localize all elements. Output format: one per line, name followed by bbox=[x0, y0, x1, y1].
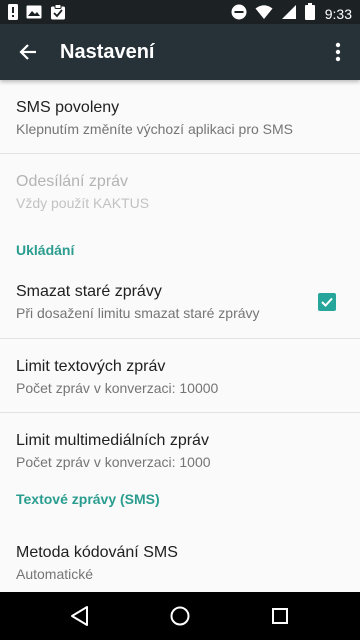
nav-back-button[interactable] bbox=[68, 604, 92, 628]
pref-delete-old[interactable]: Smazat staré zprávy Při dosažení limitu … bbox=[0, 266, 360, 339]
do-not-disturb-icon bbox=[231, 4, 247, 25]
pref-summary: Vždy použít KAKTUS bbox=[16, 195, 150, 211]
nav-home-button[interactable] bbox=[168, 604, 192, 628]
image-icon bbox=[26, 4, 42, 25]
triangle-back-icon bbox=[71, 606, 88, 626]
status-bar: 9:33 bbox=[0, 0, 360, 24]
pref-title: Limit multimediálních zpráv bbox=[16, 432, 209, 449]
pref-mms-limit[interactable]: Limit multimediálních zpráv Počet zpráv … bbox=[0, 413, 360, 487]
status-time: 9:33 bbox=[324, 6, 352, 22]
alert-icon bbox=[8, 4, 18, 25]
navigation-bar bbox=[0, 592, 360, 640]
clipboard-check-icon bbox=[50, 4, 66, 25]
pref-summary: Automatické bbox=[16, 566, 94, 582]
pref-title: Odesílání zpráv bbox=[16, 173, 129, 190]
settings-list: SMS povoleny Klepnutím změníte výchozí a… bbox=[0, 80, 360, 592]
pref-summary: Při dosažení limitu smazat staré zprávy bbox=[16, 305, 260, 321]
pref-sending: Odesílání zpráv Vždy použít KAKTUS bbox=[0, 154, 360, 226]
pref-summary: Počet zpráv v konverzaci: 1000 bbox=[16, 454, 211, 470]
category-sms: Textové zprávy (SMS) bbox=[16, 491, 160, 507]
wifi-icon bbox=[255, 4, 273, 25]
pref-encoding[interactable]: Metoda kódování SMS Automatické bbox=[0, 527, 360, 592]
check-icon bbox=[321, 297, 333, 307]
category-storage: Ukládání bbox=[16, 242, 75, 258]
pref-title: Smazat staré zprávy bbox=[16, 283, 162, 300]
pref-title: Limit textových zpráv bbox=[16, 358, 166, 375]
pref-text-limit[interactable]: Limit textových zpráv Počet zpráv v konv… bbox=[0, 339, 360, 413]
pref-summary: Počet zpráv v konverzaci: 10000 bbox=[16, 380, 219, 396]
nav-recents-button[interactable] bbox=[268, 604, 292, 628]
arrow-back-icon bbox=[19, 44, 36, 60]
delete-old-checkbox[interactable] bbox=[318, 293, 336, 311]
pref-title: Metoda kódování SMS bbox=[16, 544, 178, 561]
pref-summary: Klepnutím změníte výchozí aplikaci pro S… bbox=[16, 121, 294, 137]
battery-icon bbox=[304, 3, 315, 25]
pref-sms-enabled[interactable]: SMS povoleny Klepnutím změníte výchozí a… bbox=[0, 80, 360, 154]
settings-screen: 9:33 Nastavení SMS povoleny Klepnutím zm… bbox=[0, 0, 360, 640]
more-vert-icon bbox=[335, 42, 341, 62]
app-bar: Nastavení bbox=[0, 24, 360, 80]
page-title: Nastavení bbox=[60, 41, 155, 63]
overflow-menu-button[interactable] bbox=[324, 38, 352, 66]
pref-title: SMS povoleny bbox=[16, 99, 120, 116]
square-recents-icon bbox=[272, 608, 288, 624]
cellular-icon bbox=[281, 4, 297, 25]
back-button[interactable] bbox=[14, 38, 42, 66]
circle-home-icon bbox=[170, 606, 190, 626]
